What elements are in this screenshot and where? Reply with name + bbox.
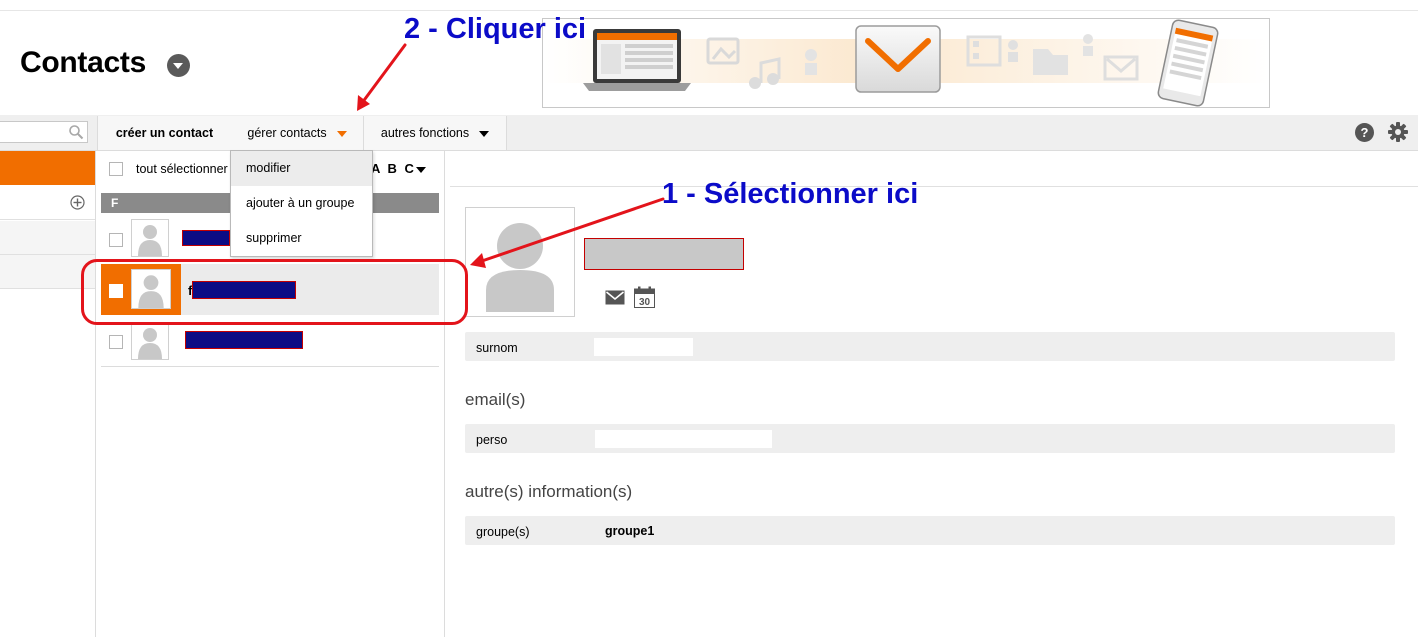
sidebar-item[interactable] <box>0 221 95 255</box>
contact-row-checkbox[interactable] <box>109 233 123 247</box>
other-info-heading: autre(s) information(s) <box>465 482 633 501</box>
contact-name-redacted[interactable] <box>182 230 230 246</box>
menu-item-modify[interactable]: modifier <box>231 151 372 186</box>
menu-item-label: supprimer <box>246 231 302 245</box>
avatar-icon <box>486 223 554 312</box>
caret-down-icon <box>479 130 490 137</box>
nickname-value <box>594 338 693 356</box>
help-icon[interactable]: ? <box>1355 123 1374 142</box>
top-divider <box>0 10 1418 11</box>
other-functions-button[interactable]: autres fonctions <box>364 116 507 150</box>
create-contact-button[interactable]: créer un contact <box>97 116 232 150</box>
menu-item-label: modifier <box>246 161 291 175</box>
sidebar-divider <box>95 150 96 637</box>
avatar[interactable] <box>131 219 169 257</box>
annotation-step-1: 1 - Sélectionner ici <box>662 178 919 210</box>
annotation-step-2: 2 - Cliquer ici <box>404 13 587 45</box>
avatar-icon <box>138 225 162 256</box>
sort-alphabetical-label[interactable]: A B C <box>371 161 416 176</box>
advertising-banner[interactable] <box>542 18 1270 108</box>
svg-text:30: 30 <box>639 297 651 308</box>
add-group-icon[interactable] <box>70 195 85 215</box>
group-value: groupe1 <box>605 524 655 538</box>
other-functions-label: autres fonctions <box>380 126 470 140</box>
calendar-icon[interactable]: 30 <box>634 286 655 313</box>
group-label: groupe(s) <box>476 525 530 539</box>
avatar-icon <box>138 328 162 359</box>
caret-down-icon <box>336 130 347 137</box>
select-all-label: tout sélectionner <box>136 162 228 176</box>
mail-icon[interactable] <box>605 290 625 310</box>
menu-item-label: ajouter à un groupe <box>246 196 355 210</box>
menu-item-delete[interactable]: supprimer <box>231 221 372 256</box>
list-divider <box>101 366 439 367</box>
title-menu-chevron-icon[interactable] <box>167 54 190 77</box>
list-panel-divider <box>444 150 445 637</box>
page-title: Contacts <box>20 46 146 79</box>
email-value[interactable] <box>595 430 772 448</box>
menu-item-add-to-group[interactable]: ajouter à un groupe <box>231 186 372 221</box>
manage-contacts-dropdown: modifier ajouter à un groupe supprimer <box>230 150 373 257</box>
manage-contacts-label: gérer contacts <box>247 126 327 140</box>
contact-row-checkbox[interactable] <box>109 335 123 349</box>
contact-photo <box>465 207 575 317</box>
manage-contacts-button[interactable]: gérer contacts <box>231 116 364 150</box>
search-icon[interactable] <box>68 124 84 145</box>
select-all-checkbox[interactable] <box>109 162 123 176</box>
gear-icon[interactable] <box>1387 121 1409 148</box>
sidebar-item-all-contacts[interactable] <box>0 151 95 185</box>
contact-name-redacted[interactable] <box>185 331 303 349</box>
avatar[interactable] <box>131 322 169 360</box>
nickname-label: surnom <box>476 341 518 355</box>
annotation-highlight-oval <box>81 259 468 325</box>
contact-name-redacted <box>584 238 744 270</box>
create-contact-label: créer un contact <box>115 126 214 140</box>
email-label: perso <box>476 433 508 447</box>
sort-caret-down-icon[interactable] <box>416 167 426 173</box>
detail-divider <box>450 186 1418 187</box>
letter-group-label: F <box>111 196 119 210</box>
emails-heading: email(s) <box>465 390 526 409</box>
banner-illustration <box>543 19 1269 107</box>
